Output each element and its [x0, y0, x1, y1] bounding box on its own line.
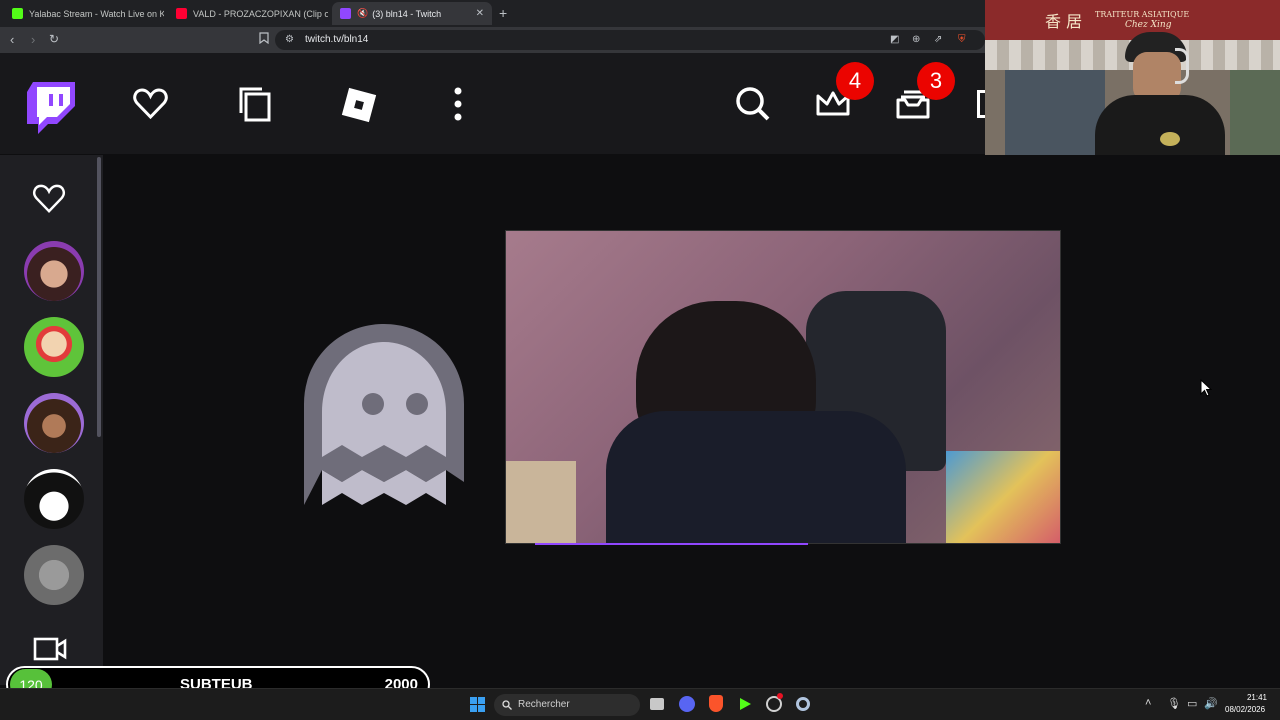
inbox-count-badge: 3: [917, 62, 955, 100]
browser-tab-title: (3) bln14 - Twitch: [372, 8, 442, 19]
shop-sign-line1: TRAITEUR ASIATIQUE: [1095, 10, 1190, 19]
browser-tab-title: VALD - PROZACZOPIXAN (Clip offici...: [193, 8, 328, 19]
clock-date[interactable]: 08/02/2026: [1225, 705, 1265, 714]
channel-avatar[interactable]: [24, 469, 84, 529]
taskbar-search[interactable]: Rechercher: [494, 694, 640, 716]
browser-tab-kick[interactable]: Yalabac Stream - Watch Live on Kick: [4, 2, 164, 25]
sidebar-scrollbar[interactable]: [97, 157, 101, 437]
headset: [1175, 48, 1189, 84]
search-icon[interactable]: [735, 86, 771, 122]
shop-sign-chinese: 香 居: [1045, 12, 1083, 31]
browser-tab-title: Yalabac Stream - Watch Live on Kick: [29, 8, 164, 19]
twitch-favicon-icon: [340, 8, 351, 19]
windows-taskbar: Rechercher ˄ 🎙 ▭ 🔊 21:41 08/02/2026: [0, 688, 1280, 720]
zoom-icon[interactable]: ⊕: [912, 34, 920, 45]
shop-sign-line2: Chez Xing: [1125, 20, 1172, 30]
streamer-body: [606, 411, 906, 543]
followed-heart-icon[interactable]: [32, 184, 66, 214]
muted-speaker-icon[interactable]: 🔇: [357, 8, 368, 19]
background-greenery: [1230, 70, 1280, 155]
streamer-webcam: 香 居 TRAITEUR ASIATIQUE Chez Xing: [985, 0, 1280, 155]
forward-arrow-icon[interactable]: ›: [31, 32, 35, 47]
notification-dot-icon: [777, 693, 783, 699]
followed-channels-sidebar: [0, 155, 103, 685]
browser-tab-youtube[interactable]: VALD - PROZACZOPIXAN (Clip offici...: [168, 2, 328, 25]
channel-avatar[interactable]: [24, 241, 84, 301]
following-heart-icon[interactable]: [133, 88, 168, 120]
browse-copy-icon[interactable]: [238, 86, 272, 122]
play-app-icon[interactable]: [738, 697, 752, 711]
kick-favicon-icon: [12, 8, 23, 19]
network-icon[interactable]: ▭: [1187, 697, 1197, 710]
new-tab-button[interactable]: +: [499, 5, 507, 21]
back-arrow-icon[interactable]: ‹: [10, 32, 14, 47]
close-tab-icon[interactable]: ✕: [476, 8, 484, 19]
more-vertical-icon[interactable]: [453, 87, 463, 121]
settings-gear-icon[interactable]: [796, 697, 810, 711]
url-text: twitch.tv/bln14: [305, 34, 369, 45]
video-progress-bar: [535, 543, 808, 545]
shirt-logo: [1160, 132, 1180, 146]
browser-tab-twitch[interactable]: 🔇 (3) bln14 - Twitch ✕: [332, 2, 492, 25]
video-player[interactable]: [505, 230, 1061, 544]
site-info-icon[interactable]: ⚙: [285, 34, 294, 45]
url-field[interactable]: ⚙ twitch.tv/bln14 ◩ ⊕ ⇗ ⛨: [275, 30, 985, 50]
camera-icon[interactable]: [33, 636, 67, 662]
left-object: [506, 461, 576, 543]
volume-icon[interactable]: 🔊: [1204, 697, 1218, 710]
notifications-count-badge: 4: [836, 62, 874, 100]
roblox-icon[interactable]: [340, 86, 378, 124]
brave-browser-icon[interactable]: [709, 695, 723, 712]
tray-chevron-up-icon[interactable]: ˄: [1145, 697, 1151, 709]
twitch-top-nav: 4 3: [0, 53, 985, 154]
bookmark-icon[interactable]: [259, 32, 269, 47]
clock-time[interactable]: 21:41: [1243, 693, 1267, 702]
channel-avatar[interactable]: [24, 393, 84, 453]
channel-avatar[interactable]: [24, 317, 84, 377]
shirt: [1095, 95, 1225, 155]
channel-avatar[interactable]: [24, 545, 84, 605]
task-view-icon[interactable]: [650, 698, 664, 710]
brave-shield-icon[interactable]: ⛨: [958, 34, 966, 45]
reload-icon[interactable]: ↻: [49, 32, 59, 46]
microphone-icon[interactable]: 🎙: [1167, 697, 1181, 710]
youtube-favicon-icon: [176, 8, 187, 19]
search-icon: [502, 700, 512, 710]
mouse-cursor-icon: [1200, 379, 1212, 397]
partial-nav-icon[interactable]: [977, 90, 985, 118]
bed-blanket: [946, 451, 1060, 543]
cast-off-icon[interactable]: ◩: [890, 34, 899, 45]
taskbar-search-placeholder: Rechercher: [518, 699, 570, 710]
share-icon[interactable]: ⇗: [934, 34, 942, 45]
twitch-logo-icon[interactable]: [27, 82, 75, 135]
discord-icon[interactable]: [679, 696, 695, 712]
shop-window: [1005, 70, 1105, 155]
windows-start-icon[interactable]: [470, 697, 485, 712]
ghost-icon: [304, 324, 464, 505]
